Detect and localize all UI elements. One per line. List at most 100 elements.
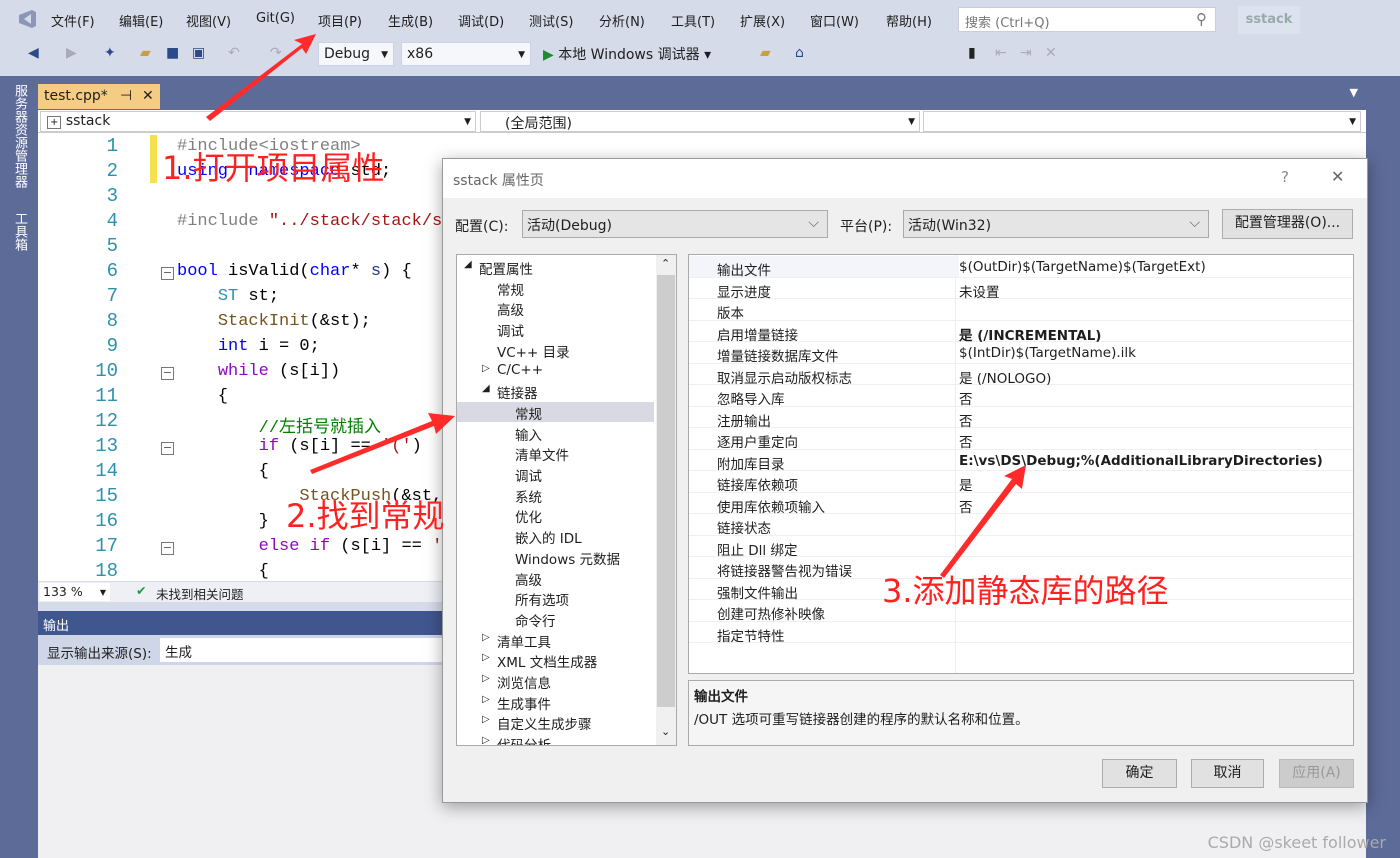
- tree-item[interactable]: 优化: [457, 505, 654, 526]
- help-button[interactable]: ?: [1281, 168, 1289, 186]
- save-icon[interactable]: ■: [166, 45, 179, 61]
- tree-item[interactable]: 高级: [457, 298, 654, 319]
- clear-bookmarks-icon[interactable]: ✕: [1045, 45, 1057, 61]
- expander-icon[interactable]: ◢: [482, 383, 490, 394]
- next-bookmark-icon[interactable]: ⇥: [1020, 45, 1032, 61]
- expander-icon[interactable]: ▷: [482, 735, 490, 745]
- open-icon[interactable]: ▰: [140, 45, 151, 61]
- property-row[interactable]: 增量链接数据库文件 $(IntDir)$(TargetName).ilk: [689, 342, 1353, 365]
- expander-icon[interactable]: ▷: [482, 694, 490, 705]
- config-dropdown[interactable]: 活动(Debug) ⌵: [522, 210, 828, 238]
- property-row[interactable]: 阻止 Dll 绑定: [689, 536, 1353, 559]
- expander-icon[interactable]: ▷: [482, 363, 490, 374]
- project-dropdown[interactable]: + sstack ▼: [40, 111, 476, 132]
- expander-icon[interactable]: ▷: [482, 714, 490, 725]
- tree-item[interactable]: ▷ 清单工具: [457, 630, 654, 651]
- tree-item[interactable]: 高级: [457, 568, 654, 589]
- menu-item[interactable]: 生成(B): [388, 11, 433, 30]
- zoom-dropdown[interactable]: 133 % ▼: [40, 583, 110, 601]
- property-value[interactable]: 否: [959, 388, 973, 408]
- config-manager-button[interactable]: 配置管理器(O)...: [1222, 209, 1353, 239]
- property-value[interactable]: 未设置: [959, 281, 1000, 301]
- tree-item[interactable]: ▷ XML 文档生成器: [457, 650, 654, 671]
- menu-item[interactable]: 窗口(W): [810, 11, 859, 30]
- property-value[interactable]: $(IntDir)$(TargetName).ilk: [959, 345, 1136, 361]
- property-row[interactable]: 取消显示启动版权标志 是 (/NOLOGO): [689, 364, 1353, 387]
- collapse-icon[interactable]: −: [161, 367, 174, 380]
- project-name-badge[interactable]: sstack: [1238, 6, 1300, 34]
- tree-scrollbar[interactable]: ⌃ ⌄: [656, 255, 676, 745]
- menu-item[interactable]: 帮助(H): [886, 11, 932, 30]
- expander-icon[interactable]: ◢: [464, 259, 472, 270]
- server-explorer-tab[interactable]: 服务器资源管理器: [10, 84, 29, 188]
- forward-icon[interactable]: ▶: [66, 45, 77, 61]
- property-row[interactable]: 逐用户重定向 否: [689, 428, 1353, 451]
- property-row[interactable]: 显示进度 未设置: [689, 278, 1353, 301]
- expander-icon[interactable]: ▷: [482, 652, 490, 663]
- tree-item[interactable]: 输入: [457, 423, 654, 444]
- menu-item[interactable]: 调试(D): [458, 11, 504, 30]
- property-value[interactable]: 是 (/NOLOGO): [959, 367, 1051, 387]
- platform-dropdown[interactable]: x86 ▼: [401, 42, 531, 66]
- platform-dropdown[interactable]: 活动(Win32) ⌵: [903, 210, 1209, 238]
- menu-item[interactable]: 工具(T): [671, 11, 715, 30]
- expander-icon[interactable]: ▷: [482, 632, 490, 643]
- cancel-button[interactable]: 取消: [1191, 759, 1264, 788]
- menu-item[interactable]: 项目(P): [318, 11, 362, 30]
- property-row[interactable]: 忽略导入库 否: [689, 385, 1353, 408]
- property-value[interactable]: 否: [959, 431, 973, 451]
- menu-item[interactable]: 分析(N): [599, 11, 645, 30]
- tree-item[interactable]: Windows 元数据: [457, 547, 654, 568]
- tree-item[interactable]: ◢ 配置属性: [457, 257, 654, 278]
- search-input[interactable]: 搜索 (Ctrl+Q) ⚲: [958, 7, 1216, 32]
- close-icon[interactable]: ✕: [142, 88, 154, 104]
- tree-item[interactable]: 系统: [457, 485, 654, 506]
- property-value[interactable]: 否: [959, 410, 973, 430]
- scrollbar-thumb[interactable]: [657, 275, 675, 707]
- property-row[interactable]: 指定节特性: [689, 622, 1353, 645]
- property-row[interactable]: 使用库依赖项输入 否: [689, 493, 1353, 516]
- pin-icon[interactable]: ⊣: [120, 88, 132, 104]
- collapse-icon[interactable]: −: [161, 267, 174, 280]
- tree-item[interactable]: 嵌入的 IDL: [457, 526, 654, 547]
- property-row[interactable]: 注册输出 否: [689, 407, 1353, 430]
- collapse-icon[interactable]: −: [161, 542, 174, 555]
- tree-item[interactable]: ◢ 链接器: [457, 381, 654, 402]
- scroll-down-icon[interactable]: ⌄: [661, 725, 670, 738]
- dialog-close-button[interactable]: ✕: [1331, 167, 1344, 186]
- menu-item[interactable]: Git(G): [256, 11, 295, 26]
- menu-item[interactable]: 编辑(E): [119, 11, 163, 30]
- tree-item[interactable]: ▷ 浏览信息: [457, 671, 654, 692]
- menu-item[interactable]: 文件(F): [51, 11, 95, 30]
- save-all-icon[interactable]: ▣: [192, 45, 205, 61]
- back-icon[interactable]: ◀: [28, 45, 39, 61]
- tree-item[interactable]: ▷ 代码分析: [457, 733, 654, 745]
- find-in-files-icon[interactable]: ▰: [760, 45, 771, 61]
- tree-item[interactable]: ▷ 自定义生成步骤: [457, 712, 654, 733]
- tree-item[interactable]: 常规: [457, 278, 654, 299]
- tree-item[interactable]: ▷ C/C++: [457, 361, 654, 381]
- property-row[interactable]: 链接状态: [689, 514, 1353, 537]
- property-row[interactable]: 启用增量链接 是 (/INCREMENTAL): [689, 321, 1353, 344]
- property-value[interactable]: 是: [959, 474, 973, 494]
- bookmark-icon[interactable]: ▮: [968, 45, 976, 61]
- tab-list-icon[interactable]: ▼: [1350, 86, 1358, 99]
- start-debugging-button[interactable]: ▶ 本地 Windows 调试器 ▾: [543, 44, 711, 64]
- property-row[interactable]: 版本: [689, 299, 1353, 322]
- scope-dropdown[interactable]: (全局范围) ▼: [480, 111, 920, 132]
- expander-icon[interactable]: ▷: [482, 673, 490, 684]
- tree-item[interactable]: 命令行: [457, 609, 654, 630]
- new-project-icon[interactable]: ✦: [104, 45, 116, 61]
- menu-item[interactable]: 测试(S): [529, 11, 573, 30]
- property-value[interactable]: 否: [959, 496, 973, 516]
- tree-item[interactable]: 所有选项: [457, 588, 654, 609]
- property-value[interactable]: $(OutDir)$(TargetName)$(TargetExt): [959, 259, 1206, 275]
- property-row[interactable]: 输出文件 $(OutDir)$(TargetName)$(TargetExt): [689, 256, 1353, 279]
- configuration-dropdown[interactable]: Debug ▼: [318, 42, 394, 66]
- tree-item[interactable]: 调试: [457, 464, 654, 485]
- collapse-icon[interactable]: −: [161, 442, 174, 455]
- property-value[interactable]: 是 (/INCREMENTAL): [959, 324, 1101, 344]
- redo-icon[interactable]: ↷: [270, 45, 282, 61]
- menu-item[interactable]: 视图(V): [186, 11, 231, 30]
- property-row[interactable]: 链接库依赖项 是: [689, 471, 1353, 494]
